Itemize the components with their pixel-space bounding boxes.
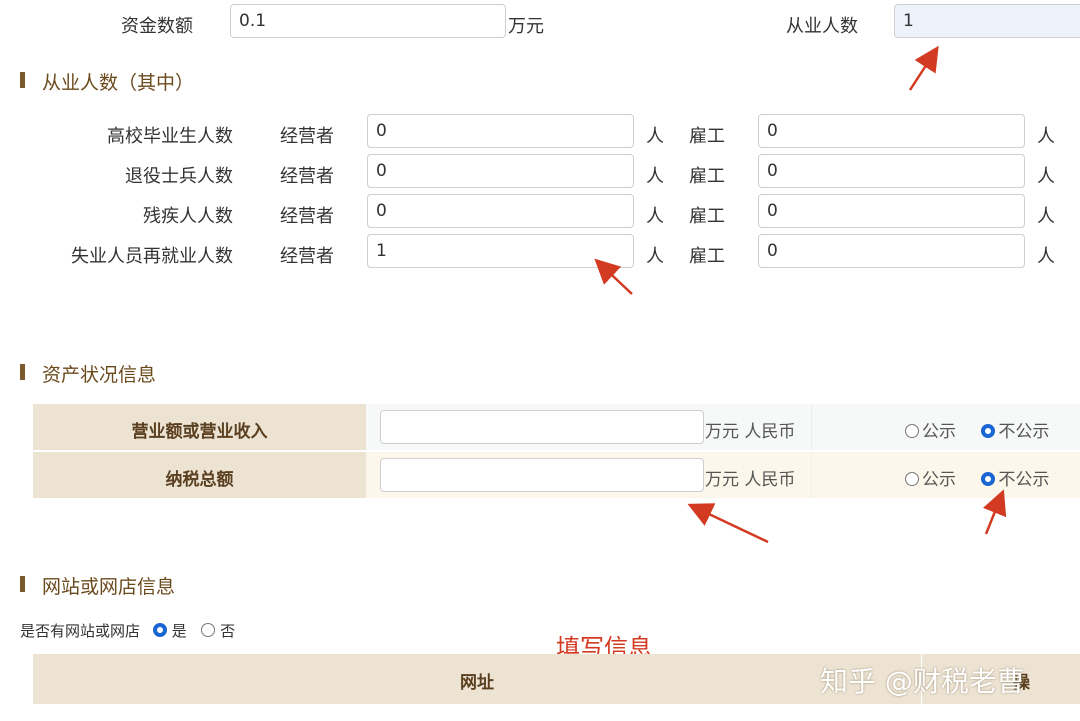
section-title-website: 网站或网店信息 [42,576,176,598]
operator-label: 经营者 [280,206,334,227]
asset-label: 营业额或营业收入 [131,422,268,442]
employee-row-label: 残疾人人数 [143,206,233,227]
operator-label: 经营者 [280,166,334,187]
asset-divider [811,452,812,498]
website-no-radio[interactable] [201,623,216,637]
capital-label: 资金数额 [121,16,193,37]
publicity-options: 公示 不公示 [905,417,1049,442]
capital-input[interactable] [230,4,506,38]
asset-unit: 万元 人民币 [705,470,796,490]
asset-row: 纳税总额 万元 人民币 公示 不公示 [33,452,1080,498]
employee-unit: 人 [1037,206,1055,227]
annotation-arrows [594,45,1007,544]
operator-count-input[interactable] [367,114,634,148]
employee-unit: 人 [1037,166,1055,187]
operator-count-input[interactable] [367,194,634,228]
operator-count-input[interactable] [367,234,634,268]
website-yes-label: 是 [171,622,187,640]
private-radio[interactable] [981,424,996,438]
table-header-url: 网址 [460,673,494,693]
operator-label: 经营者 [280,246,334,267]
asset-divider [811,404,812,450]
employees-label: 从业人数 [786,16,858,37]
operator-unit: 人 [646,126,664,147]
employee-count-input[interactable] [758,114,1025,148]
employees-input[interactable] [894,4,1080,38]
asset-label: 纳税总额 [165,470,234,490]
section-marker [20,72,25,88]
publicity-options: 公示 不公示 [905,465,1049,490]
employee-row-label: 失业人员再就业人数 [71,246,233,267]
employee-row-label: 退役士兵人数 [125,166,233,187]
operator-count-input[interactable] [367,154,634,188]
asset-row: 营业额或营业收入 万元 人民币 公示 不公示 [33,404,1080,450]
employee-label: 雇工 [689,206,725,227]
website-no-label: 否 [220,622,236,640]
private-radio[interactable] [981,472,996,486]
employee-label: 雇工 [689,166,725,187]
public-label: 公示 [922,422,956,442]
capital-unit: 万元 [508,16,544,37]
employee-count-input[interactable] [758,154,1025,188]
website-question-row: 是否有网站或网店 是 否 [20,620,235,641]
watermark: 知乎 @财税老曹 [820,665,1025,698]
arrow-tax [687,503,769,544]
operator-unit: 人 [646,206,664,227]
asset-unit: 万元 人民币 [705,422,796,442]
employee-unit: 人 [1037,126,1055,147]
website-question: 是否有网站或网店 [20,622,141,640]
employee-row-label: 高校毕业生人数 [107,126,233,147]
employee-unit: 人 [1037,246,1055,267]
asset-amount-input[interactable] [380,410,704,444]
arrow-employees [908,45,939,91]
website-yes-radio[interactable] [152,623,167,637]
employee-count-input[interactable] [758,234,1025,268]
asset-amount-input[interactable] [380,458,704,492]
arrow-private [982,489,1007,535]
employee-count-input[interactable] [758,194,1025,228]
asset-label-cell: 营业额或营业收入 [33,404,366,450]
operator-label: 经营者 [280,126,334,147]
public-radio[interactable] [905,424,919,438]
section-title-employees: 从业人数（其中） [42,72,195,94]
employee-label: 雇工 [689,126,725,147]
private-label: 不公示 [998,470,1050,490]
section-marker [20,576,25,592]
operator-unit: 人 [646,246,664,267]
public-radio[interactable] [905,472,919,486]
asset-label-cell: 纳税总额 [33,452,366,498]
operator-unit: 人 [646,166,664,187]
section-title-assets: 资产状况信息 [42,364,157,386]
employee-label: 雇工 [689,246,725,267]
section-marker [20,364,25,380]
public-label: 公示 [922,470,956,490]
private-label: 不公示 [998,422,1050,442]
